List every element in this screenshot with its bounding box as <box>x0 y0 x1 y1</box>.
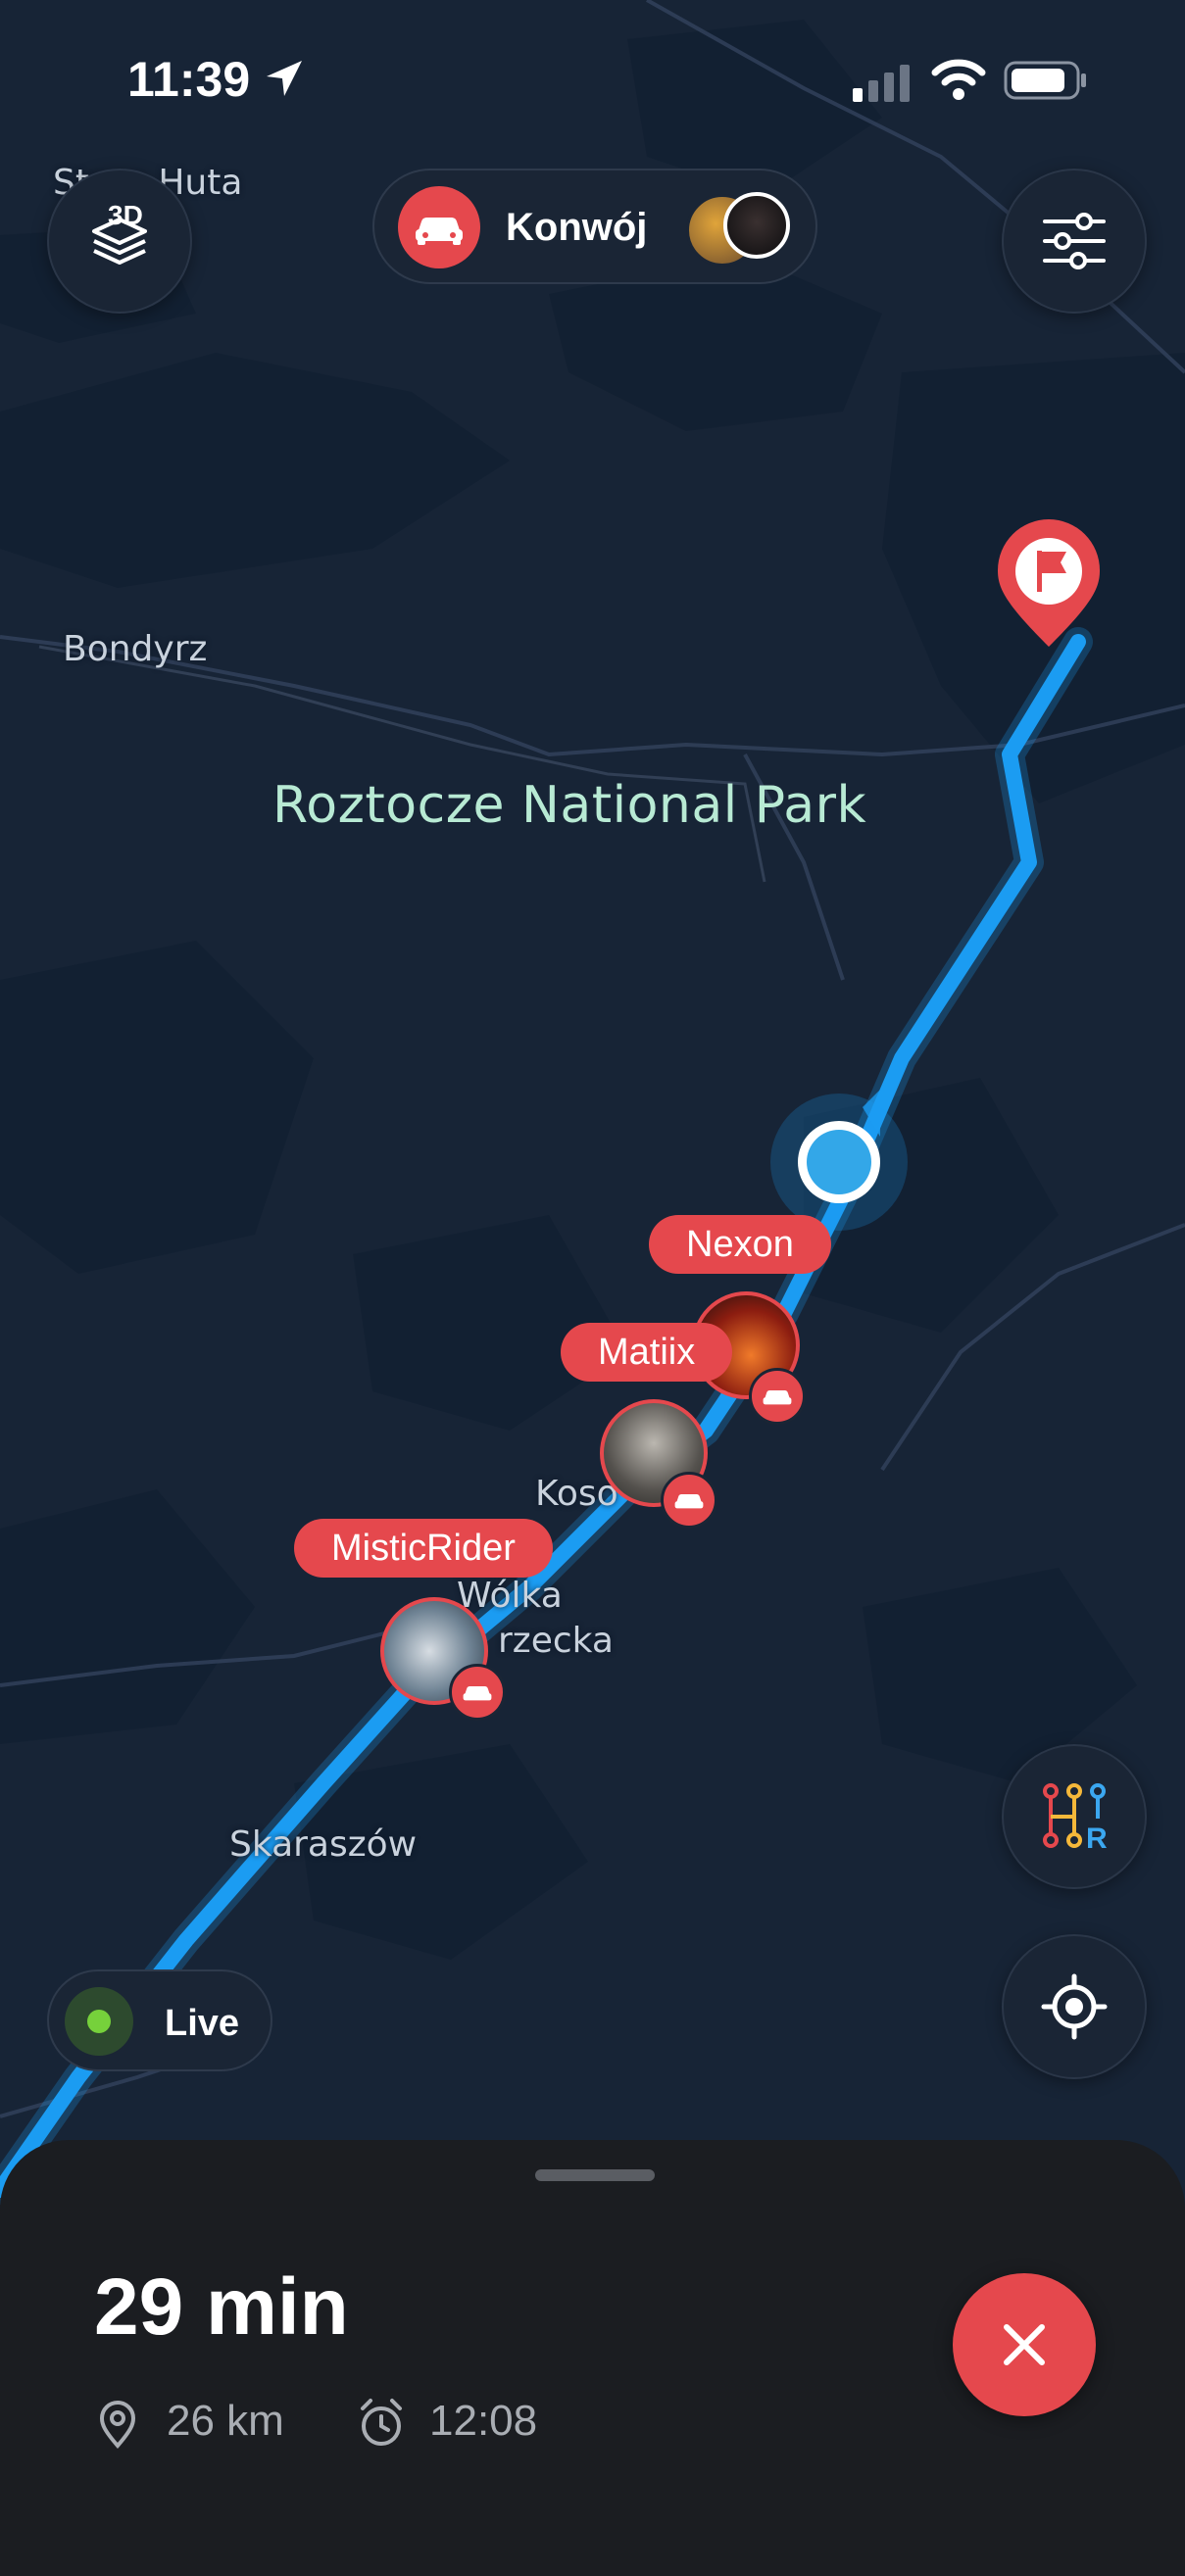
place-label-skaraszow: Skaraszów <box>229 1824 418 1865</box>
convoy-selector-button[interactable]: Konwój <box>372 169 817 284</box>
filters-button[interactable] <box>1002 169 1147 314</box>
trip-distance: 26 km <box>167 2397 284 2445</box>
place-label-park: Roztocze National Park <box>272 776 867 835</box>
convoy-label: Konwój <box>506 206 648 249</box>
svg-text:R: R <box>1086 1823 1108 1854</box>
status-bar: 11:39 <box>0 0 1185 157</box>
map-pin-icon <box>99 2401 136 2450</box>
map-view-3d-button[interactable]: 3D <box>47 169 192 314</box>
status-time: 11:39 <box>127 52 251 107</box>
wifi-icon <box>931 59 986 100</box>
place-label-wolka: Wólka <box>457 1576 563 1616</box>
arrival-time: 12:08 <box>429 2397 538 2445</box>
close-icon <box>1004 2324 1045 2365</box>
convoy-member-avatar-2 <box>723 192 790 259</box>
location-arrow-icon <box>267 61 302 96</box>
place-label-bondyrz: Bondyrz <box>63 629 208 669</box>
end-navigation-button[interactable] <box>953 2273 1096 2416</box>
car-icon <box>661 1472 717 1529</box>
route-network-icon: R <box>1043 1783 1108 1854</box>
live-label: Live <box>165 2003 240 2044</box>
live-indicator-icon <box>65 1987 133 2056</box>
sheet-grabber[interactable] <box>535 2169 655 2181</box>
route-summary-sheet: 29 min 26 km 12:08 <box>0 2140 1185 2576</box>
route-options-button[interactable]: R <box>1002 1744 1147 1889</box>
car-icon <box>749 1368 806 1425</box>
convoy-car-icon <box>398 186 480 268</box>
view-mode-badge: 3D <box>108 200 143 230</box>
signal-icon <box>853 65 910 102</box>
car-icon <box>449 1664 506 1721</box>
place-label-kosobudy: Koso <box>535 1474 618 1514</box>
live-toggle-button[interactable]: Live <box>47 1969 272 2071</box>
recenter-location-button[interactable] <box>1002 1934 1147 2079</box>
member-tag-nexon[interactable]: Nexon <box>649 1215 831 1274</box>
sliders-icon <box>1043 213 1106 269</box>
member-tag-matiix[interactable]: Matiix <box>561 1323 733 1382</box>
app-screen: Stara Huta Bondyrz Roztocze National Par… <box>0 0 1185 2576</box>
member-tag-misticrider[interactable]: MisticRider <box>294 1519 553 1578</box>
place-label-wolka-2: rzecka <box>498 1621 614 1661</box>
eta-duration: 29 min <box>94 2262 349 2352</box>
battery-icon <box>1004 61 1086 100</box>
crosshair-icon <box>1041 1973 1108 2040</box>
alarm-clock-icon <box>361 2399 402 2446</box>
